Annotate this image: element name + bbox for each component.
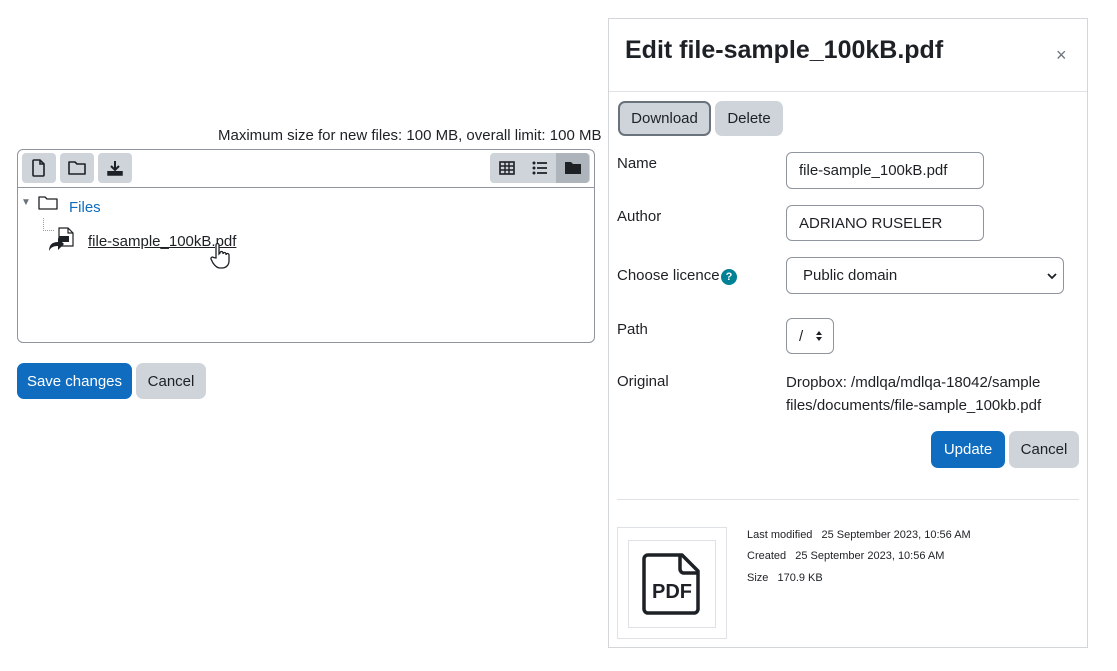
max-size-text: Maximum size for new files: 100 MB, over…: [218, 127, 602, 144]
tree-root-files[interactable]: Files: [69, 199, 101, 216]
file-thumbnail: PDF: [617, 527, 727, 639]
size-row: Size 170.9 KB: [747, 572, 823, 584]
path-select[interactable]: /: [786, 318, 834, 354]
chevron-down-icon: [1047, 272, 1057, 279]
sort-arrows-icon: [816, 331, 822, 341]
name-label: Name: [617, 155, 658, 172]
licence-label: Choose licence: [617, 267, 720, 284]
author-label: Author: [617, 208, 662, 225]
view-switcher: [490, 153, 590, 183]
download-all-button[interactable]: [98, 153, 132, 183]
licence-select[interactable]: Public domain: [786, 257, 1064, 294]
created-label: Created: [747, 550, 787, 562]
name-field[interactable]: file-sample_100kB.pdf: [786, 152, 984, 189]
size-value: 170.9 KB: [777, 572, 823, 584]
alias-arrow-icon: [49, 238, 64, 251]
pdf-label: PDF: [652, 581, 692, 603]
file-thumbnail-frame: PDF: [628, 540, 716, 628]
tree-connector: [43, 218, 54, 231]
original-value: Dropbox: /mdlqa/mdlqa-18042/sample files…: [786, 374, 1042, 414]
delete-button[interactable]: Delete: [715, 101, 783, 136]
list-icon: [532, 161, 547, 175]
tree-collapse-caret[interactable]: ▼: [21, 197, 31, 208]
grid-icon: [498, 161, 515, 175]
view-list-button[interactable]: [523, 153, 556, 183]
cancel-button[interactable]: Cancel: [136, 363, 206, 399]
file-manager-toolbar: [18, 150, 594, 188]
panel-cancel-button[interactable]: Cancel: [1009, 431, 1079, 468]
last-modified-value: 25 September 2023, 10:56 AM: [821, 529, 971, 541]
folder-solid-icon: [564, 162, 581, 174]
created-value: 25 September 2023, 10:56 AM: [795, 550, 945, 562]
last-modified-label: Last modified: [747, 529, 813, 541]
folder-icon: [68, 161, 86, 175]
view-icons-button[interactable]: [490, 153, 523, 183]
close-icon[interactable]: ×: [1056, 46, 1067, 64]
download-icon: [107, 161, 123, 176]
save-changes-button[interactable]: Save changes: [17, 363, 132, 399]
folder-icon: [38, 196, 58, 210]
size-label: Size: [747, 572, 769, 584]
panel-divider: [609, 91, 1087, 92]
panel-title: Edit file-sample_100kB.pdf: [625, 36, 944, 64]
add-file-button[interactable]: [22, 153, 56, 183]
path-label: Path: [617, 321, 648, 338]
pdf-document-icon: PDF: [642, 553, 700, 615]
path-select-value: /: [799, 327, 804, 345]
original-label: Original: [617, 373, 669, 390]
last-modified-row: Last modified 25 September 2023, 10:56 A…: [747, 529, 971, 541]
download-button[interactable]: Download: [618, 101, 711, 136]
help-icon[interactable]: ?: [721, 269, 737, 285]
update-button[interactable]: Update: [931, 431, 1005, 468]
create-folder-button[interactable]: [60, 153, 94, 183]
author-field[interactable]: ADRIANO RUSELER: [786, 205, 984, 241]
created-row: Created 25 September 2023, 10:56 AM: [747, 550, 944, 562]
licence-select-value: Public domain: [803, 267, 898, 284]
hand-cursor-icon: [210, 243, 230, 269]
details-divider: [617, 499, 1079, 500]
view-tree-button[interactable]: [556, 153, 589, 183]
file-icon: [32, 159, 45, 177]
